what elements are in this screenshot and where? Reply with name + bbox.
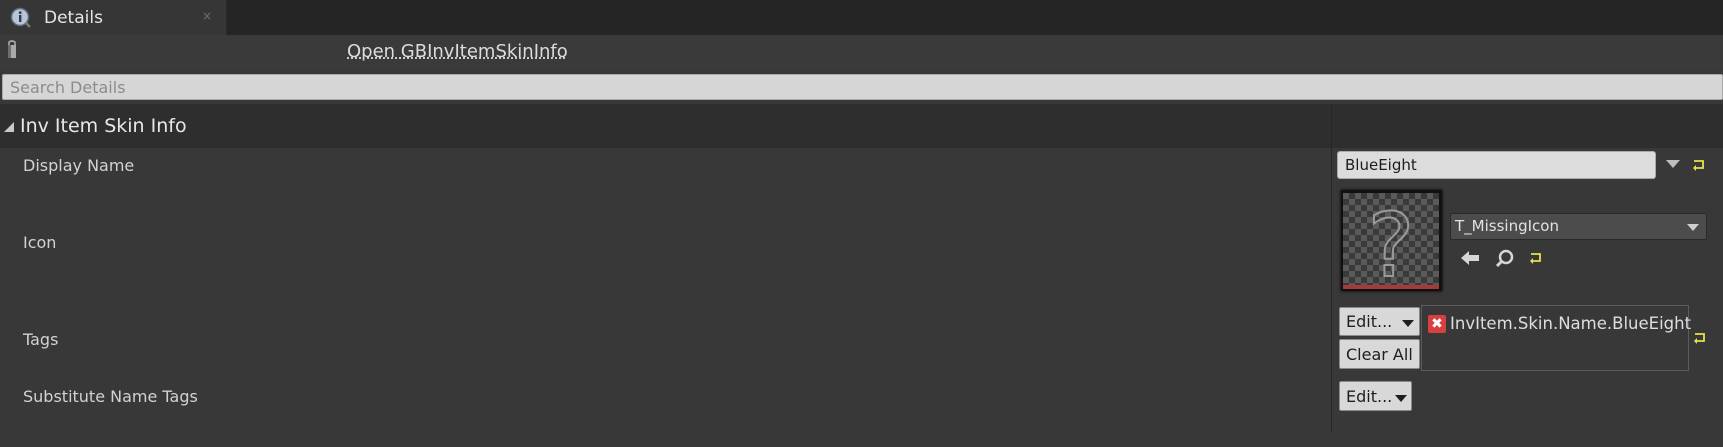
- clear-all-label: Clear All: [1346, 345, 1413, 364]
- remove-tag-icon[interactable]: ✖: [1428, 315, 1446, 333]
- category-header[interactable]: Inv Item Skin Info: [0, 104, 1723, 148]
- substitute-tags-edit-label: Edit...: [1346, 387, 1393, 406]
- display-name-label: Display Name: [23, 156, 135, 175]
- open-asset-link[interactable]: Open GBInvItemSkinInfo: [347, 41, 568, 62]
- reset-to-default-icon[interactable]: [1529, 251, 1543, 265]
- details-toolbar: Open GBInvItemSkinInfo: [0, 35, 1723, 70]
- display-name-field[interactable]: BlueEight: [1337, 151, 1656, 179]
- use-selected-arrow-icon[interactable]: [1460, 249, 1480, 267]
- asset-type-bar: [1343, 285, 1439, 289]
- substitute-name-tags-label: Substitute Name Tags: [23, 387, 198, 406]
- chevron-down-icon: [1395, 395, 1407, 402]
- tag-item: ✖ InvItem.Skin.Name.BlueEight: [1422, 306, 1692, 342]
- tags-edit-button[interactable]: Edit...: [1339, 307, 1420, 336]
- asset-thumbnail[interactable]: ?: [1343, 193, 1439, 287]
- close-icon[interactable]: ×: [202, 9, 212, 23]
- tags-edit-label: Edit...: [1346, 312, 1393, 331]
- collapse-arrow-icon[interactable]: [4, 122, 14, 132]
- category-title: Inv Item Skin Info: [20, 115, 187, 137]
- tags-label: Tags: [23, 330, 59, 349]
- lock-icon[interactable]: [6, 40, 19, 61]
- tag-name: InvItem.Skin.Name.BlueEight: [1450, 314, 1692, 333]
- asset-picker[interactable]: T_MissingIcon: [1450, 213, 1707, 240]
- info-icon: [10, 7, 31, 28]
- tab-title: Details: [44, 8, 103, 28]
- substitute-tags-edit-button[interactable]: Edit...: [1339, 381, 1412, 411]
- reset-to-default-icon[interactable]: [1692, 158, 1706, 172]
- tag-list: ✖ InvItem.Skin.Name.BlueEight: [1421, 305, 1692, 371]
- search-box: [2, 74, 1723, 100]
- clear-all-button[interactable]: Clear All: [1339, 339, 1420, 369]
- tab-strip: [0, 0, 1723, 35]
- question-mark-glyph: ?: [1368, 194, 1415, 287]
- question-mark-icon: ?: [1367, 193, 1416, 287]
- display-name-value: BlueEight: [1345, 156, 1417, 174]
- asset-name: T_MissingIcon: [1455, 217, 1559, 235]
- tab-details[interactable]: Details ×: [0, 0, 227, 35]
- chevron-down-icon: [1687, 224, 1699, 231]
- browse-search-icon[interactable]: [1495, 249, 1515, 268]
- reset-to-default-icon[interactable]: [1693, 331, 1707, 345]
- search-input[interactable]: [3, 75, 1722, 99]
- column-divider[interactable]: [1331, 104, 1332, 432]
- icon-label: Icon: [23, 233, 57, 252]
- chevron-down-icon: [1402, 320, 1414, 327]
- chevron-down-icon[interactable]: [1666, 160, 1680, 168]
